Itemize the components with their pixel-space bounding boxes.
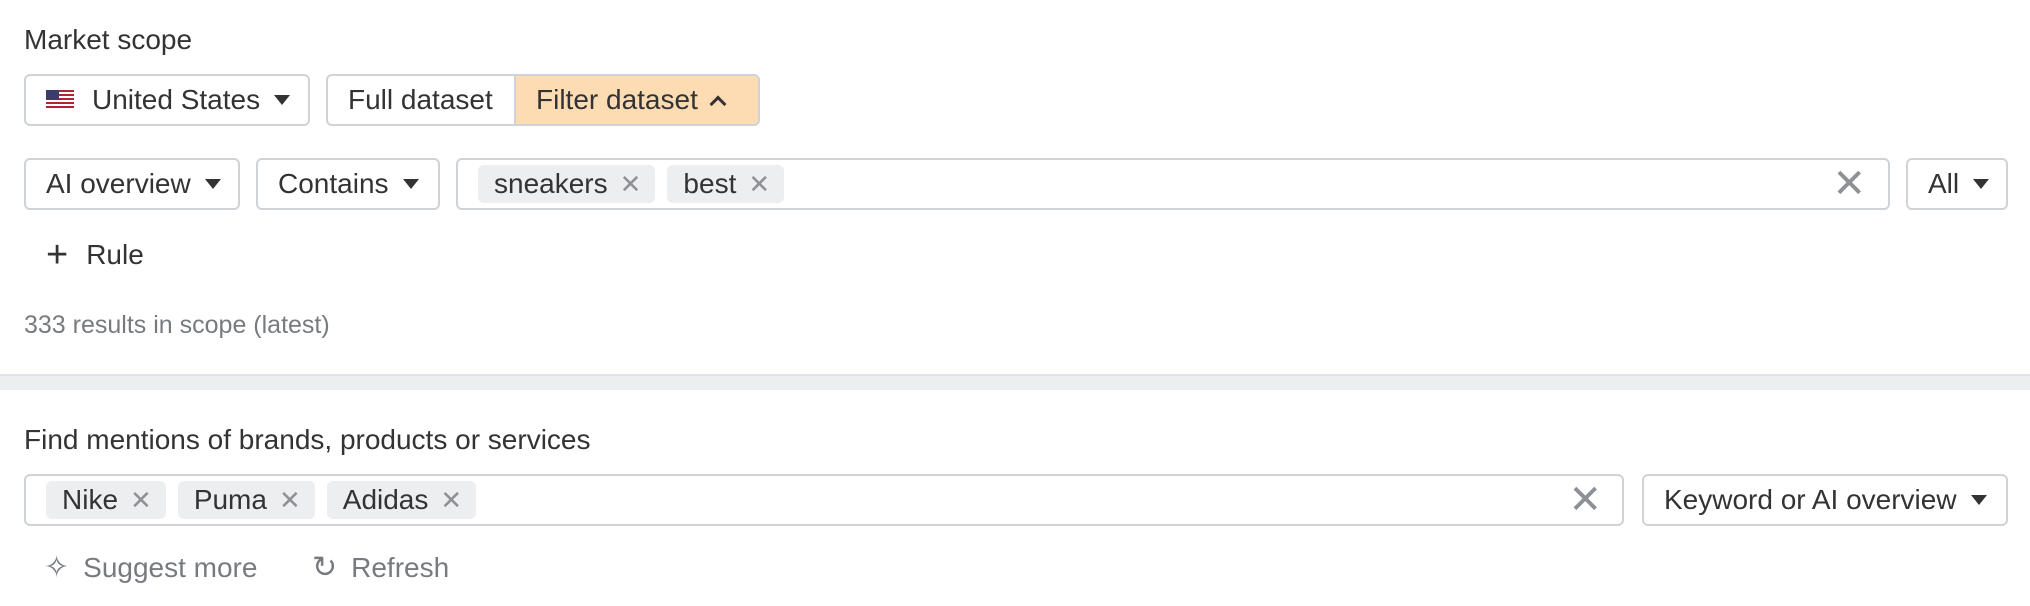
us-flag-icon xyxy=(46,90,74,110)
full-dataset-label: Full dataset xyxy=(348,84,493,115)
clear-icon[interactable]: ✕ xyxy=(1832,164,1866,204)
term-chip-label: sneakers xyxy=(494,168,608,199)
dataset-toggle: Full dataset Filter dataset xyxy=(326,74,760,126)
rule-operator-label: Contains xyxy=(278,168,389,199)
country-select[interactable]: United States xyxy=(24,74,310,126)
caret-down-icon xyxy=(274,95,291,105)
rule-terms-input[interactable]: sneakers ✕ best ✕ ✕ xyxy=(456,158,1890,210)
caret-down-icon xyxy=(402,179,419,189)
market-scope-heading: Market scope xyxy=(24,24,193,55)
refresh-button[interactable]: ↻ Refresh xyxy=(312,552,449,584)
brand-chip: Puma ✕ xyxy=(177,481,315,519)
mention-scope-select[interactable]: Keyword or AI overview xyxy=(1642,474,2008,526)
brand-chip-label: Adidas xyxy=(342,484,429,515)
rule-field-label: AI overview xyxy=(46,168,191,199)
caret-down-icon xyxy=(204,179,221,189)
refresh-icon: ↻ xyxy=(312,551,338,584)
rule-field-select[interactable]: AI overview xyxy=(24,158,240,210)
match-mode-label: All xyxy=(1928,168,1960,199)
full-dataset-button[interactable]: Full dataset xyxy=(328,76,516,124)
results-count: 333 results in scope (latest) xyxy=(24,311,330,339)
brand-chip-label: Nike xyxy=(62,484,119,515)
filter-dataset-button[interactable]: Filter dataset xyxy=(516,76,758,124)
brand-chip: Adidas ✕ xyxy=(326,481,477,519)
brand-chip: Nike ✕ xyxy=(46,481,166,519)
term-chip-label: best xyxy=(683,168,737,199)
brand-chip-label: Puma xyxy=(193,484,267,515)
sparkle-icon: ✧ xyxy=(44,551,70,584)
refresh-label: Refresh xyxy=(351,552,450,583)
caret-down-icon xyxy=(1973,179,1990,189)
remove-chip-icon[interactable]: ✕ xyxy=(130,487,152,513)
mentions-heading: Find mentions of brands, products or ser… xyxy=(24,424,591,455)
add-rule-button[interactable]: + Rule xyxy=(46,236,144,274)
clear-icon[interactable]: ✕ xyxy=(1568,480,1602,520)
suggest-more-label: Suggest more xyxy=(83,552,258,583)
mention-scope-label: Keyword or AI overview xyxy=(1664,484,1957,515)
plus-icon: + xyxy=(46,234,69,276)
mentions-terms-input[interactable]: Nike ✕ Puma ✕ Adidas ✕ ✕ xyxy=(24,474,1624,526)
remove-chip-icon[interactable]: ✕ xyxy=(748,171,770,197)
chevron-up-icon xyxy=(709,95,727,113)
filter-dataset-label: Filter dataset xyxy=(536,84,698,115)
suggest-more-button[interactable]: ✧ Suggest more xyxy=(44,552,257,584)
section-divider xyxy=(0,374,2030,390)
remove-chip-icon[interactable]: ✕ xyxy=(440,487,462,513)
add-rule-label: Rule xyxy=(86,239,144,270)
match-mode-select[interactable]: All xyxy=(1906,158,2008,210)
term-chip: sneakers ✕ xyxy=(478,165,656,203)
remove-chip-icon[interactable]: ✕ xyxy=(620,171,642,197)
caret-down-icon xyxy=(1970,495,1987,505)
rule-operator-select[interactable]: Contains xyxy=(256,158,440,210)
remove-chip-icon[interactable]: ✕ xyxy=(279,487,301,513)
country-select-label: United States xyxy=(92,84,261,115)
term-chip: best ✕ xyxy=(667,165,785,203)
